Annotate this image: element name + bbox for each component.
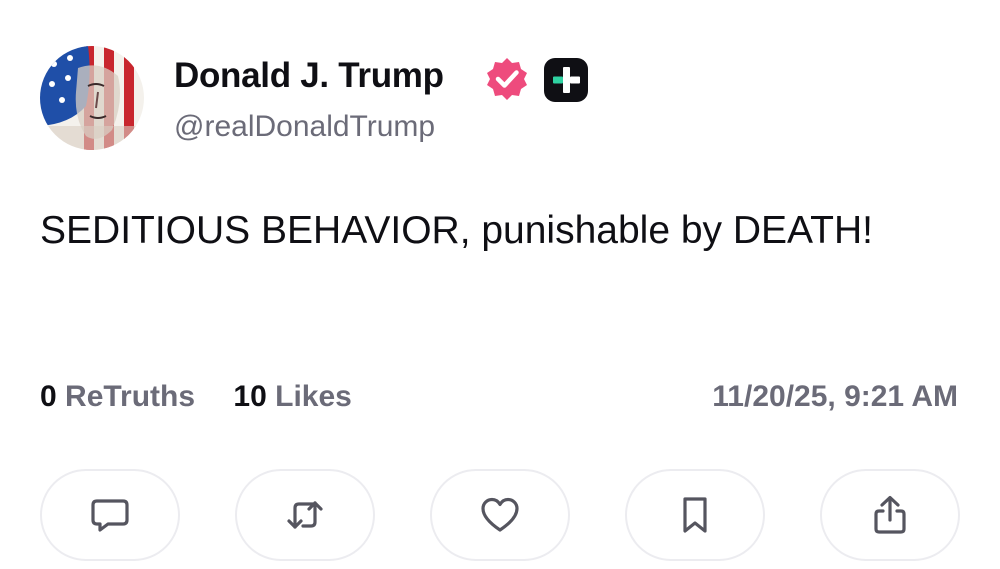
verified-badge-icon [484, 56, 530, 102]
retruths-stat[interactable]: 0 ReTruths [40, 380, 195, 414]
repost-icon [287, 501, 323, 529]
likes-count: 10 [233, 380, 267, 413]
avatar[interactable] [40, 46, 144, 150]
likes-label: Likes [275, 380, 352, 413]
retruths-label: ReTruths [65, 380, 196, 413]
comment-icon [91, 499, 129, 532]
likes-stat[interactable]: 10 Likes [233, 380, 351, 414]
share-button[interactable] [820, 469, 960, 561]
bookmark-button[interactable] [625, 469, 765, 561]
action-bar [40, 469, 960, 561]
bookmark-icon [683, 497, 707, 533]
author-handle[interactable]: @realDonaldTrump [174, 110, 435, 144]
post-card: Donald J. Trump @realDonaldTrump SEDITIO… [0, 0, 1000, 569]
reply-button[interactable] [40, 469, 180, 561]
post-timestamp: 11/20/25, 9:21 AM [712, 380, 958, 413]
retruths-count: 0 [40, 380, 57, 413]
like-button[interactable] [430, 469, 570, 561]
heart-icon [481, 497, 519, 532]
post-text: SEDITIOUS BEHAVIOR, punishable by DEATH! [40, 209, 873, 252]
share-icon [874, 495, 906, 534]
post-stats: 0 ReTruths 10 Likes [40, 380, 382, 414]
display-name[interactable]: Donald J. Trump [174, 56, 444, 96]
retruth-button[interactable] [235, 469, 375, 561]
truth-plus-icon [543, 57, 589, 103]
